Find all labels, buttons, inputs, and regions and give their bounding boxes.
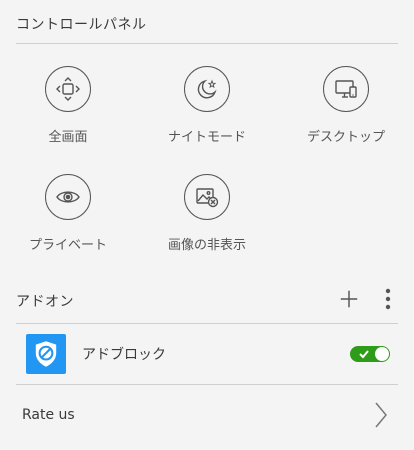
tile-fullscreen[interactable]: 全画面: [8, 66, 128, 145]
plus-icon[interactable]: [337, 287, 361, 311]
adblock-toggle[interactable]: [350, 346, 390, 362]
addon-row-adblock[interactable]: アドブロック: [16, 332, 398, 376]
tile-night-mode[interactable]: ナイトモード: [147, 66, 267, 145]
tile-desktop[interactable]: デスクトップ: [286, 66, 406, 145]
toggle-knob: [375, 347, 389, 361]
night-mode-icon: [184, 66, 230, 112]
desktop-icon: [323, 66, 369, 112]
rate-us-row[interactable]: Rate us: [16, 393, 398, 437]
adblock-divider: [16, 384, 398, 385]
tile-desktop-label: デスクトップ: [306, 130, 385, 145]
more-vertical-icon[interactable]: [378, 287, 398, 311]
tile-night-mode-label: ナイトモード: [167, 130, 246, 145]
addon-adblock-label: アドブロック: [82, 347, 166, 363]
tile-hide-images-label: 画像の非表示: [167, 238, 246, 253]
adblock-shield-icon: [26, 334, 66, 374]
addons-divider: [16, 323, 398, 324]
fullscreen-icon: [45, 66, 91, 112]
chevron-right-icon: [375, 402, 387, 428]
rate-us-label: Rate us: [22, 407, 75, 423]
tile-private-label: プライベート: [28, 238, 107, 253]
tile-fullscreen-label: 全画面: [48, 130, 88, 145]
tile-hide-images[interactable]: 画像の非表示: [147, 174, 267, 253]
addons-title: アドオン: [16, 294, 74, 310]
check-icon: [359, 350, 369, 359]
control-panel-title: コントロールパネル: [16, 17, 147, 33]
control-panel-divider: [16, 43, 398, 44]
tile-private[interactable]: プライベート: [8, 174, 128, 253]
hide-images-icon: [184, 174, 230, 220]
private-eye-icon: [45, 174, 91, 220]
control-panel-screen: コントロールパネル 全画面 ナイトモード デスクトップ プライベート 画像の非表…: [0, 0, 414, 450]
